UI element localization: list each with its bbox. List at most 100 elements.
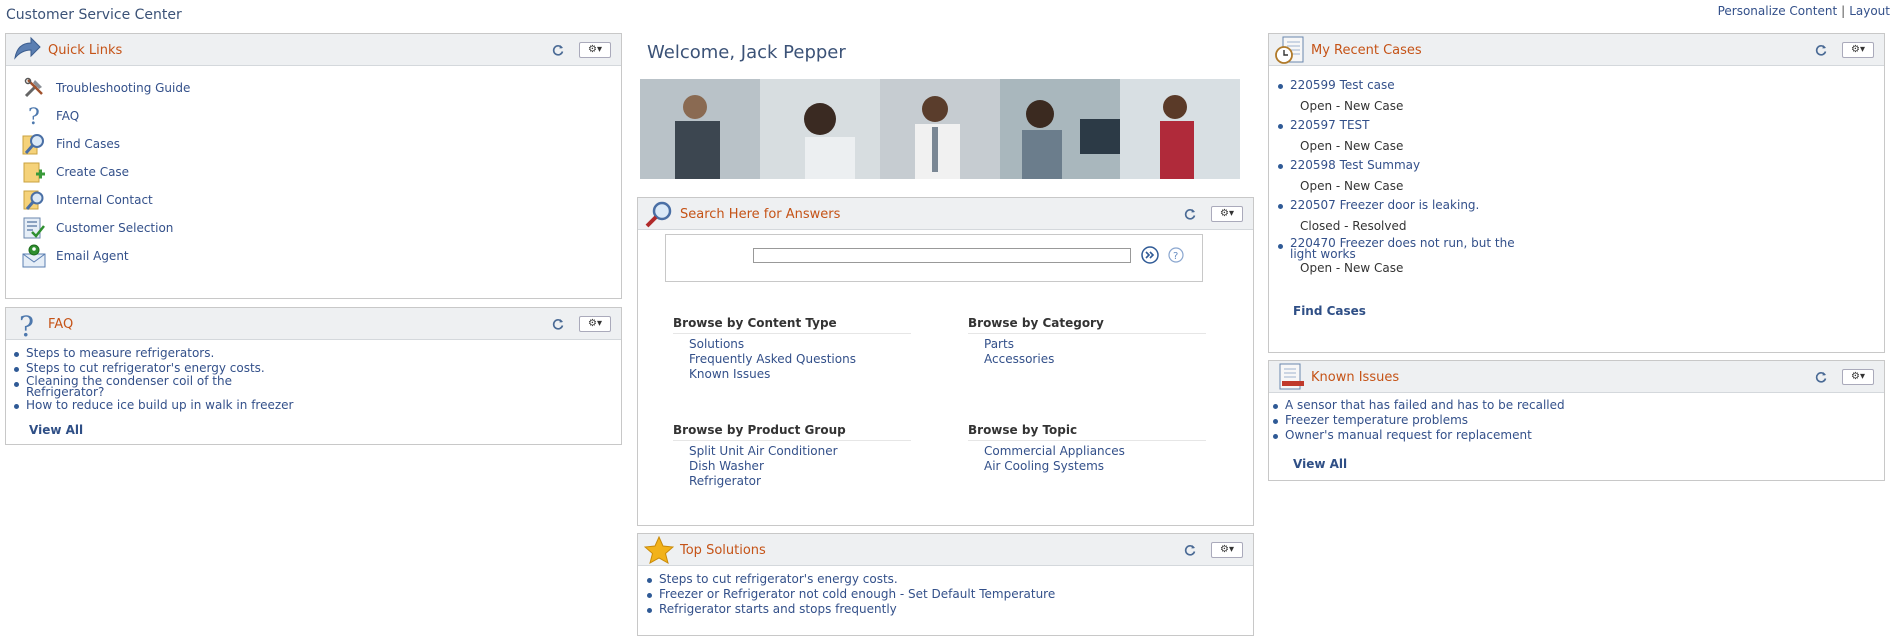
faq-item-link[interactable]: How to reduce ice build up in walk in fr… xyxy=(26,398,293,412)
case-link[interactable]: 220470 Freezer does not run, but the lig… xyxy=(1290,237,1540,260)
settings-menu-button[interactable]: ⚙▾ xyxy=(1842,42,1874,58)
known-issue-item[interactable]: Freezer temperature problems xyxy=(1270,413,1565,428)
magnifier-icon xyxy=(645,201,672,228)
case-item[interactable]: 220470 Freezer does not run, but the lig… xyxy=(1275,237,1575,278)
email-agent-icon xyxy=(22,244,46,268)
help-icon[interactable]: ? xyxy=(1168,247,1184,263)
settings-menu-button[interactable]: ⚙▾ xyxy=(579,316,611,332)
known-issue-link[interactable]: Freezer temperature problems xyxy=(1285,413,1468,427)
faq-header: ? FAQ ⚙▾ xyxy=(6,308,621,340)
browse-product-group-heading: Browse by Product Group xyxy=(673,423,911,441)
browse-category-heading: Browse by Category xyxy=(968,316,1206,334)
layout-link[interactable]: Layout xyxy=(1849,4,1890,18)
browse-content-type-heading: Browse by Content Type xyxy=(673,316,911,334)
browse-link[interactable]: Commercial Appliances xyxy=(984,444,1206,459)
quick-links-title: Quick Links xyxy=(48,43,123,58)
quick-links-arrow-icon xyxy=(14,36,41,60)
refresh-icon[interactable] xyxy=(551,317,565,331)
known-issues-title: Known Issues xyxy=(1311,370,1400,385)
quick-link-label: Email Agent xyxy=(56,249,129,263)
faq-item-link[interactable]: Cleaning the condenser coil of the Refri… xyxy=(26,375,246,398)
search-answers-pagelet: Search Here for Answers ⚙▾ ? Browse by C… xyxy=(637,197,1254,526)
page-title: Customer Service Center xyxy=(6,7,182,23)
question-icon: ? xyxy=(28,105,40,128)
faq-item[interactable]: How to reduce ice build up in walk in fr… xyxy=(11,398,311,413)
svg-text:?: ? xyxy=(1173,251,1178,262)
faq-title: FAQ xyxy=(48,317,74,332)
case-link[interactable]: 220598 Test Summay xyxy=(1290,158,1420,172)
known-issue-item[interactable]: A sensor that has failed and has to be r… xyxy=(1270,398,1565,413)
known-issue-link[interactable]: Owner's manual request for replacement xyxy=(1285,428,1532,442)
settings-menu-button[interactable]: ⚙▾ xyxy=(1211,206,1243,222)
browse-product-group-section: Browse by Product Group Split Unit Air C… xyxy=(673,423,911,489)
case-link[interactable]: 220599 Test case xyxy=(1290,78,1395,92)
refresh-icon[interactable] xyxy=(1183,207,1197,221)
known-issue-item[interactable]: Owner's manual request for replacement xyxy=(1270,428,1565,443)
solution-item[interactable]: Refrigerator starts and stops frequently xyxy=(644,602,1055,617)
search-input[interactable] xyxy=(753,248,1131,263)
browse-link[interactable]: Solutions xyxy=(689,337,911,352)
settings-menu-button[interactable]: ⚙▾ xyxy=(1842,369,1874,385)
faq-item[interactable]: Steps to measure refrigerators. xyxy=(11,346,311,361)
known-issues-pagelet: Known Issues ⚙▾ A sensor that has failed… xyxy=(1268,360,1885,481)
search-answers-title: Search Here for Answers xyxy=(680,207,841,222)
faq-view-all-link[interactable]: View All xyxy=(29,423,83,437)
case-item[interactable]: 220507 Freezer door is leaking. Closed - … xyxy=(1275,198,1575,238)
search-go-icon[interactable] xyxy=(1141,246,1159,264)
recent-cases-list: 220599 Test case Open - New Case 220597 T… xyxy=(1275,78,1575,278)
solution-link[interactable]: Refrigerator starts and stops frequently xyxy=(659,602,897,616)
browse-link[interactable]: Dish Washer xyxy=(689,459,911,474)
case-item[interactable]: 220599 Test case Open - New Case xyxy=(1275,78,1575,118)
browse-link[interactable]: Air Cooling Systems xyxy=(984,459,1206,474)
browse-link[interactable]: Split Unit Air Conditioner xyxy=(689,444,911,459)
known-issues-icon xyxy=(1279,363,1304,390)
known-issues-list: A sensor that has failed and has to be r… xyxy=(1270,398,1565,443)
settings-menu-button[interactable]: ⚙▾ xyxy=(1211,542,1243,558)
browse-link[interactable]: Refrigerator xyxy=(689,474,911,489)
known-issues-view-all-link[interactable]: View All xyxy=(1293,457,1347,471)
solution-item[interactable]: Freezer or Refrigerator not cold enough … xyxy=(644,587,1055,602)
magnifier-icon xyxy=(22,134,44,155)
faq-item[interactable]: Cleaning the condenser coil of the Refri… xyxy=(11,375,311,398)
find-cases-link[interactable]: Find Cases xyxy=(1293,304,1366,318)
solution-link[interactable]: Freezer or Refrigerator not cold enough … xyxy=(659,587,1055,601)
case-status: Open - New Case xyxy=(1300,261,1404,275)
search-answers-header: Search Here for Answers ⚙▾ xyxy=(638,198,1253,230)
known-issues-header: Known Issues ⚙▾ xyxy=(1269,361,1884,393)
create-case-icon xyxy=(23,162,45,183)
case-item[interactable]: 220597 TEST Open - New Case xyxy=(1275,118,1575,158)
case-status: Open - New Case xyxy=(1300,139,1404,153)
refresh-icon[interactable] xyxy=(1814,43,1828,57)
tools-icon xyxy=(24,77,43,98)
top-solutions-title: Top Solutions xyxy=(680,543,766,558)
personalize-content-link[interactable]: Personalize Content xyxy=(1718,4,1838,18)
browse-link[interactable]: Known Issues xyxy=(689,367,911,382)
browse-topic-section: Browse by Topic Commercial Appliances Ai… xyxy=(968,423,1206,474)
solution-link[interactable]: Steps to cut refrigerator's energy costs… xyxy=(659,572,898,586)
refresh-icon[interactable] xyxy=(551,43,565,57)
top-links-separator: | xyxy=(1841,4,1846,18)
known-issue-link[interactable]: A sensor that has failed and has to be r… xyxy=(1285,398,1565,412)
browse-category-section: Browse by Category Parts Accessories xyxy=(968,316,1206,367)
settings-menu-button[interactable]: ⚙▾ xyxy=(579,42,611,58)
quick-link-label: Customer Selection xyxy=(56,221,174,235)
case-link[interactable]: 220597 TEST xyxy=(1290,118,1369,132)
quick-link-label: Find Cases xyxy=(56,137,121,151)
quick-link-label: Internal Contact xyxy=(56,193,153,207)
recent-cases-header: My Recent Cases ⚙▾ xyxy=(1269,34,1884,66)
case-item[interactable]: 220598 Test Summay Open - New Case xyxy=(1275,158,1575,198)
refresh-icon[interactable] xyxy=(1183,543,1197,557)
case-link[interactable]: 220507 Freezer door is leaking. xyxy=(1290,198,1479,212)
browse-link[interactable]: Frequently Asked Questions xyxy=(689,352,911,367)
solution-item[interactable]: Steps to cut refrigerator's energy costs… xyxy=(644,572,1055,587)
refresh-icon[interactable] xyxy=(1814,370,1828,384)
faq-item-link[interactable]: Steps to measure refrigerators. xyxy=(26,346,214,360)
browse-link[interactable]: Accessories xyxy=(984,352,1206,367)
browse-link[interactable]: Parts xyxy=(984,337,1206,352)
quick-links-pagelet: Quick Links ⚙▾ Troubleshooting Guide ? F… xyxy=(5,33,622,299)
faq-item-link[interactable]: Steps to cut refrigerator's energy costs… xyxy=(26,361,265,375)
top-bar: Customer Service Center Personalize Cont… xyxy=(0,0,1894,30)
banner-photo-strip xyxy=(640,79,1240,179)
svg-text:?: ? xyxy=(28,105,40,128)
quick-links-header: Quick Links ⚙▾ xyxy=(6,34,621,66)
